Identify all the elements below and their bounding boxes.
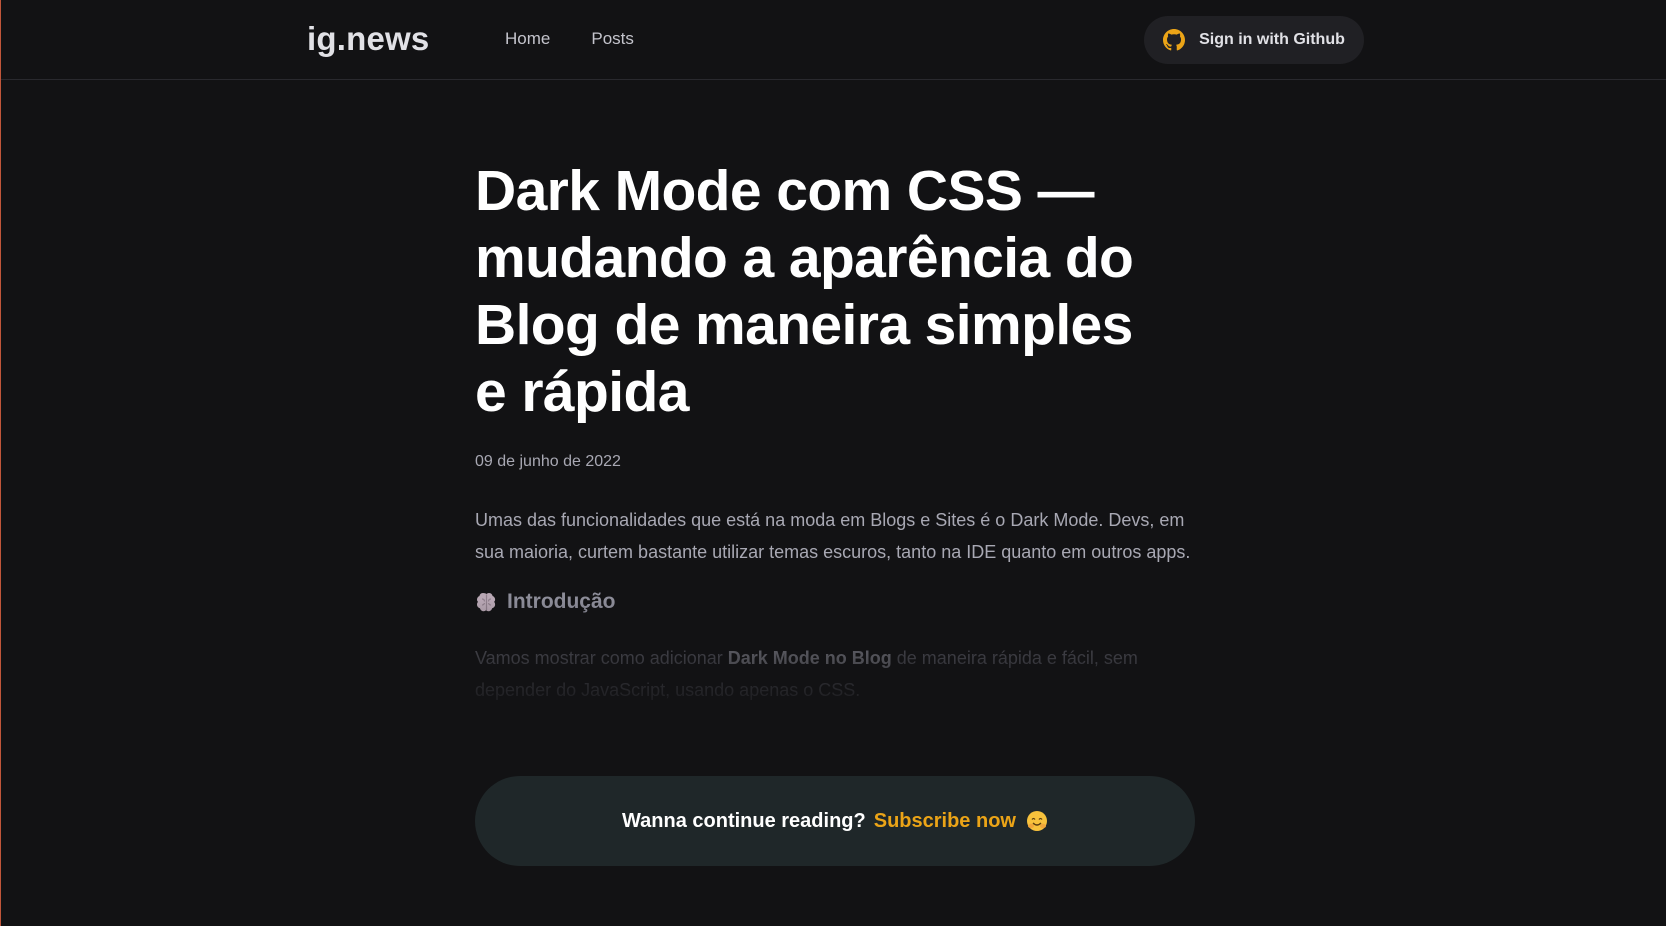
brain-icon bbox=[475, 590, 499, 614]
continue-reading-text: Wanna continue reading? bbox=[622, 809, 866, 832]
section-heading: Introdução bbox=[475, 590, 1195, 614]
post-date: 09 de junho de 2022 bbox=[475, 453, 621, 470]
preview-text-bold: Dark Mode no Blog bbox=[727, 648, 892, 668]
post-article: Dark Mode com CSS — mudando a aparência … bbox=[475, 158, 1195, 706]
nav-posts-link[interactable]: Posts bbox=[591, 29, 634, 49]
main-nav: Home Posts bbox=[505, 29, 675, 49]
continue-reading-box: Wanna continue reading? Subscribe now bbox=[475, 776, 1195, 866]
github-icon bbox=[1163, 29, 1186, 51]
preview-text-start: Vamos mostrar como adicionar bbox=[475, 648, 728, 668]
hugging-face-icon bbox=[1026, 810, 1048, 832]
post-preview: Vamos mostrar como adicionar Dark Mode n… bbox=[475, 642, 1195, 706]
header: ig.news Home Posts Sign in with Github bbox=[1, 0, 1666, 80]
page: ig.news Home Posts Sign in with Github D… bbox=[0, 0, 1666, 926]
section-heading-label: Introdução bbox=[507, 590, 616, 613]
subscribe-now-link[interactable]: Subscribe now bbox=[874, 810, 1016, 833]
post-title: Dark Mode com CSS — mudando a aparência … bbox=[475, 159, 1134, 424]
sign-in-github-button[interactable]: Sign in with Github bbox=[1144, 16, 1364, 64]
sign-in-label: Sign in with Github bbox=[1199, 31, 1345, 48]
logo[interactable]: ig.news bbox=[307, 20, 429, 58]
nav-home-link[interactable]: Home bbox=[505, 29, 550, 49]
post-intro: Umas das funcionalidades que está na mod… bbox=[475, 510, 1191, 562]
